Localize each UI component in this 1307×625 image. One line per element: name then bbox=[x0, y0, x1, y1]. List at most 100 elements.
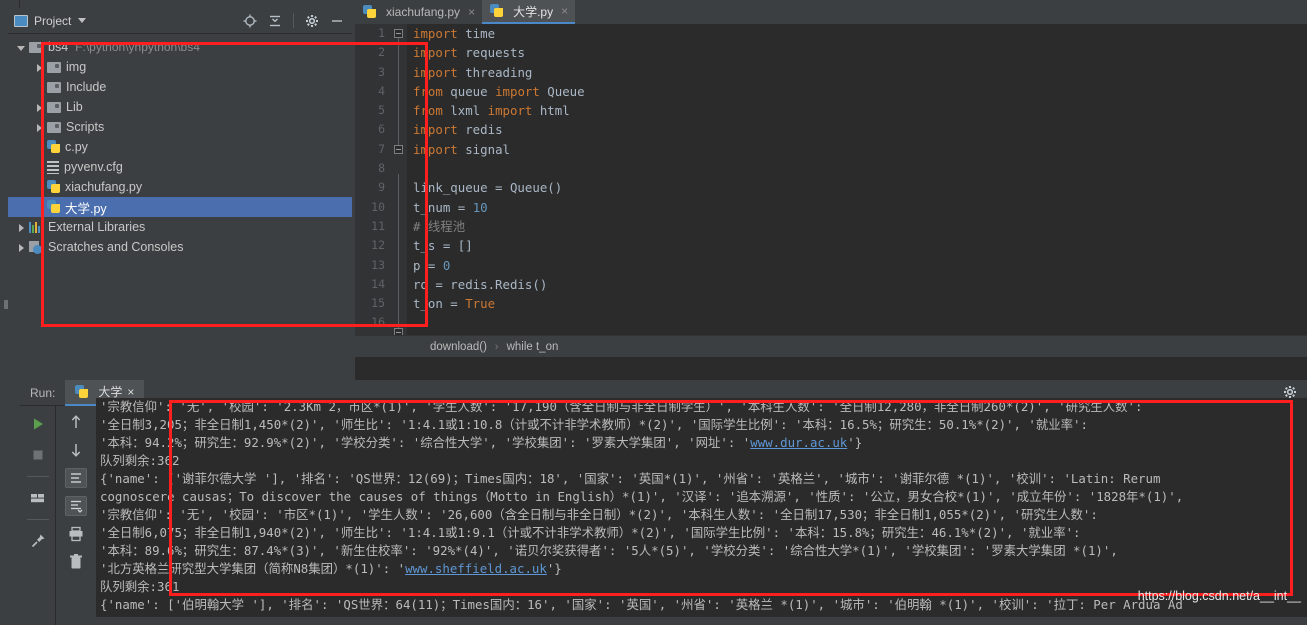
layout-icon[interactable] bbox=[27, 488, 49, 508]
code-token: from bbox=[413, 103, 443, 119]
console-text: '全日制6,075；非全日制1,940*(2)', '师生比': '1:4.1或… bbox=[100, 525, 1081, 540]
tree-item-path: F:\python\yhpython\bs4 bbox=[75, 40, 200, 54]
code-token: import bbox=[413, 122, 458, 138]
code-editor[interactable]: 1 2 3 4 5 6 7 8 9 10 11 12 13 14 15 16 1… bbox=[355, 24, 1307, 357]
clear-all-icon[interactable] bbox=[65, 552, 87, 572]
config-file-icon bbox=[47, 160, 59, 174]
code-token: redis bbox=[457, 122, 503, 138]
project-panel-title: Project bbox=[34, 13, 72, 28]
code-token: requests bbox=[457, 45, 525, 61]
console-link[interactable]: www.sheffield.ac.uk bbox=[405, 561, 547, 576]
tree-item-label: External Libraries bbox=[48, 220, 146, 234]
tree-item-label: xiachufang.py bbox=[65, 180, 143, 194]
toolbar-divider bbox=[293, 13, 294, 28]
chevron-right-icon[interactable] bbox=[34, 122, 45, 133]
breadcrumb-separator-icon: › bbox=[494, 340, 499, 353]
console-text: '全日制3,205；非全日制1,450*(2)', '师生比': '1:4.1或… bbox=[100, 417, 1088, 432]
breadcrumb-item-while[interactable]: while t_on bbox=[507, 341, 559, 353]
console-line: '本科：94.2%；研究生：92.9%*(2)', '学校分类': '综合性大学… bbox=[96, 434, 1307, 452]
console-text: '北方英格兰研究型大学集团（简称N8集团）*(1)': ' bbox=[100, 561, 406, 576]
close-icon[interactable]: × bbox=[127, 385, 134, 399]
fold-icon[interactable] bbox=[394, 145, 403, 154]
breadcrumb: download() › while t_on bbox=[355, 335, 1307, 357]
pin-icon[interactable] bbox=[27, 531, 49, 551]
console-output[interactable]: '宗教信仰': '无', '校园': '2.3Km 2，市区*(1)', '学生… bbox=[96, 398, 1307, 617]
folder-icon bbox=[47, 101, 61, 113]
tree-item-pyvenv-cfg[interactable]: pyvenv.cfg bbox=[8, 157, 352, 177]
tree-item-scripts[interactable]: Scripts bbox=[8, 117, 352, 137]
console-link[interactable]: www.dur.ac.uk bbox=[750, 435, 847, 450]
chevron-down-icon[interactable] bbox=[16, 42, 27, 53]
line-number: 15 bbox=[371, 296, 385, 311]
locate-icon[interactable] bbox=[243, 14, 257, 28]
run-toolbar-right bbox=[57, 406, 95, 625]
console-line: {'name': ['谢菲尔德大学 '], '排名': 'QS世界：12(69)… bbox=[96, 470, 1307, 488]
tree-item-c-py[interactable]: c.py bbox=[8, 137, 352, 157]
code-line: # 线程池 bbox=[407, 217, 1307, 236]
tree-item-bs4[interactable]: bs4 F:\python\yhpython\bs4 bbox=[8, 37, 352, 57]
tree-item-xiachufang-py[interactable]: xiachufang.py bbox=[8, 177, 352, 197]
tree-item-img[interactable]: img bbox=[8, 57, 352, 77]
tree-item-external-libraries[interactable]: External Libraries bbox=[8, 217, 352, 237]
tree-item-scratches-and-consoles[interactable]: Scratches and Consoles bbox=[8, 237, 352, 257]
line-number: 10 bbox=[371, 199, 385, 214]
stop-icon[interactable] bbox=[27, 445, 49, 465]
settings-icon[interactable] bbox=[1283, 385, 1297, 399]
code-token: import bbox=[413, 141, 458, 157]
close-icon[interactable]: × bbox=[561, 4, 568, 18]
tree-item-label: img bbox=[66, 60, 87, 74]
code-token: 0 bbox=[442, 257, 451, 273]
console-line: '本科：89.6%；研究生：87.4%*(3)', '新生住校率': '92%*… bbox=[96, 542, 1307, 560]
tree-item-label: pyvenv.cfg bbox=[64, 160, 123, 174]
tree-item-label: Lib bbox=[66, 100, 83, 114]
chevron-right-icon[interactable] bbox=[34, 102, 45, 113]
line-number: 1 bbox=[378, 26, 385, 40]
console-text: cognoscere causas；To discover the causes… bbox=[100, 489, 1184, 504]
folder-icon bbox=[29, 41, 43, 53]
spacer-icon bbox=[34, 202, 45, 213]
gear-icon[interactable] bbox=[305, 14, 319, 28]
console-line: 队列剩余:362 bbox=[96, 452, 1307, 470]
fold-gutter bbox=[391, 24, 407, 357]
console-text: {'name': ['谢菲尔德大学 '], '排名': 'QS世界：12(69)… bbox=[100, 471, 1161, 486]
console-line: cognoscere causas；To discover the causes… bbox=[96, 488, 1307, 506]
code-line: t_num = 10 bbox=[407, 198, 1307, 217]
print-icon[interactable] bbox=[65, 524, 87, 544]
code-token: import bbox=[495, 83, 540, 99]
python-file-icon bbox=[363, 5, 376, 19]
tree-item-lib[interactable]: Lib bbox=[8, 97, 352, 117]
up-arrow-icon[interactable] bbox=[65, 412, 87, 432]
tabs-filler bbox=[575, 0, 1307, 24]
run-tool-window: Run: 大学 × '宗教信仰': '无', '校园': '2.3Km 2，市区… bbox=[0, 379, 1307, 625]
line-number: 3 bbox=[378, 64, 385, 79]
hide-panel-icon[interactable] bbox=[330, 14, 344, 28]
collapse-all-icon[interactable] bbox=[268, 14, 282, 28]
library-icon bbox=[29, 221, 43, 233]
code-line: from queue import Queue bbox=[407, 82, 1307, 101]
tab-xiachufang-py[interactable]: xiachufang.py × bbox=[355, 0, 483, 24]
line-number: 6 bbox=[378, 122, 385, 137]
project-panel-actions bbox=[243, 13, 352, 28]
soft-wrap-icon[interactable] bbox=[65, 468, 87, 488]
close-icon[interactable]: × bbox=[468, 5, 475, 19]
fold-icon[interactable] bbox=[394, 29, 403, 38]
chevron-right-icon[interactable] bbox=[16, 242, 27, 253]
code-token: t_s = [] bbox=[413, 238, 473, 254]
rerun-icon[interactable] bbox=[27, 414, 49, 434]
line-number: 4 bbox=[378, 83, 385, 98]
python-file-icon bbox=[75, 384, 89, 399]
chevron-down-icon[interactable] bbox=[78, 18, 87, 23]
scroll-to-end-icon[interactable] bbox=[65, 496, 87, 516]
console-line: {'name': ['伯明翰大学 '], '排名': 'QS世界：64(11)；… bbox=[96, 596, 1307, 614]
tab-daxue-py[interactable]: 大学.py × bbox=[482, 0, 576, 24]
code-token: lxml bbox=[442, 103, 488, 119]
tree-item-daxue-py[interactable]: 大学.py bbox=[8, 197, 352, 217]
code-line: import requests bbox=[407, 43, 1307, 62]
chevron-right-icon[interactable] bbox=[34, 62, 45, 73]
code-token: queue bbox=[442, 83, 496, 99]
tree-item-include[interactable]: Include bbox=[8, 77, 352, 97]
down-arrow-icon[interactable] bbox=[65, 440, 87, 460]
console-text: '本科：89.6%；研究生：87.4%*(3)', '新生住校率': '92%*… bbox=[100, 543, 1118, 558]
chevron-right-icon[interactable] bbox=[16, 222, 27, 233]
breadcrumb-item-download[interactable]: download() bbox=[430, 341, 487, 353]
